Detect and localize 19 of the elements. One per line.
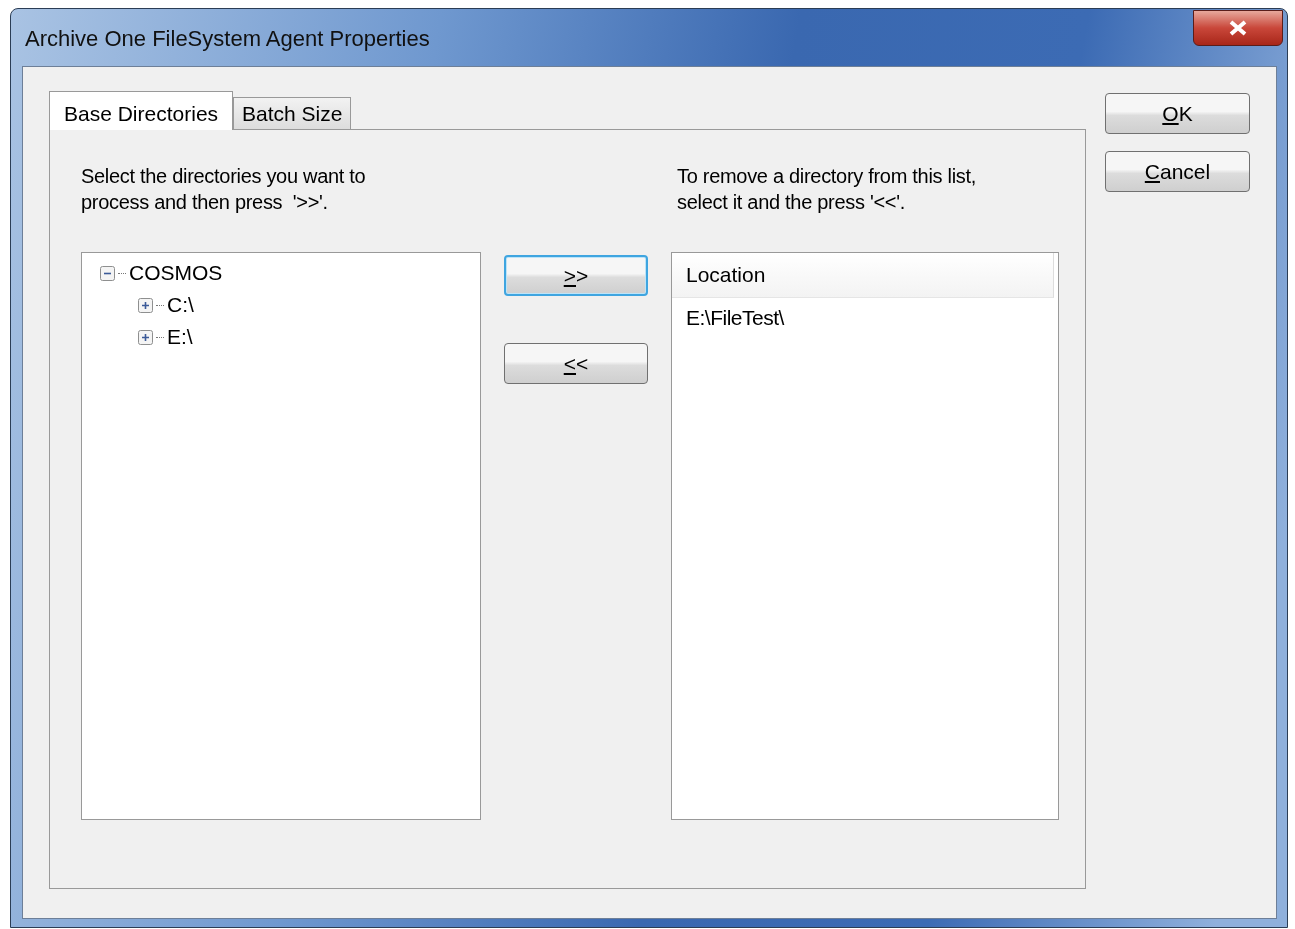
ok-button[interactable]: OK: [1105, 93, 1250, 134]
window-title: Archive One FileSystem Agent Properties: [24, 24, 430, 52]
column-header[interactable]: Location: [672, 253, 1054, 298]
expand-icon[interactable]: [138, 297, 153, 313]
collapse-icon[interactable]: [100, 265, 115, 281]
tree-item[interactable]: C:\: [167, 293, 194, 317]
tree-item[interactable]: COSMOS: [129, 261, 223, 285]
tab[interactable]: Base Directories: [49, 91, 234, 130]
instruction-text: To remove a directory from this list, select it and the press '<<'.: [676, 164, 977, 215]
tree-item[interactable]: E:\: [167, 325, 193, 349]
instruction-text: Select the directories you want to process and then press '>>'.: [81, 164, 367, 215]
list-item[interactable]: E:\FileTest\: [672, 298, 1058, 330]
close-button[interactable]: [1193, 9, 1283, 46]
tab[interactable]: Batch Size: [233, 97, 352, 130]
cancel-button[interactable]: Cancel: [1105, 151, 1250, 192]
add-button[interactable]: >>: [504, 255, 648, 296]
remove-button[interactable]: <<: [504, 343, 648, 384]
expand-icon[interactable]: [138, 329, 153, 345]
close-icon: [1228, 19, 1248, 36]
